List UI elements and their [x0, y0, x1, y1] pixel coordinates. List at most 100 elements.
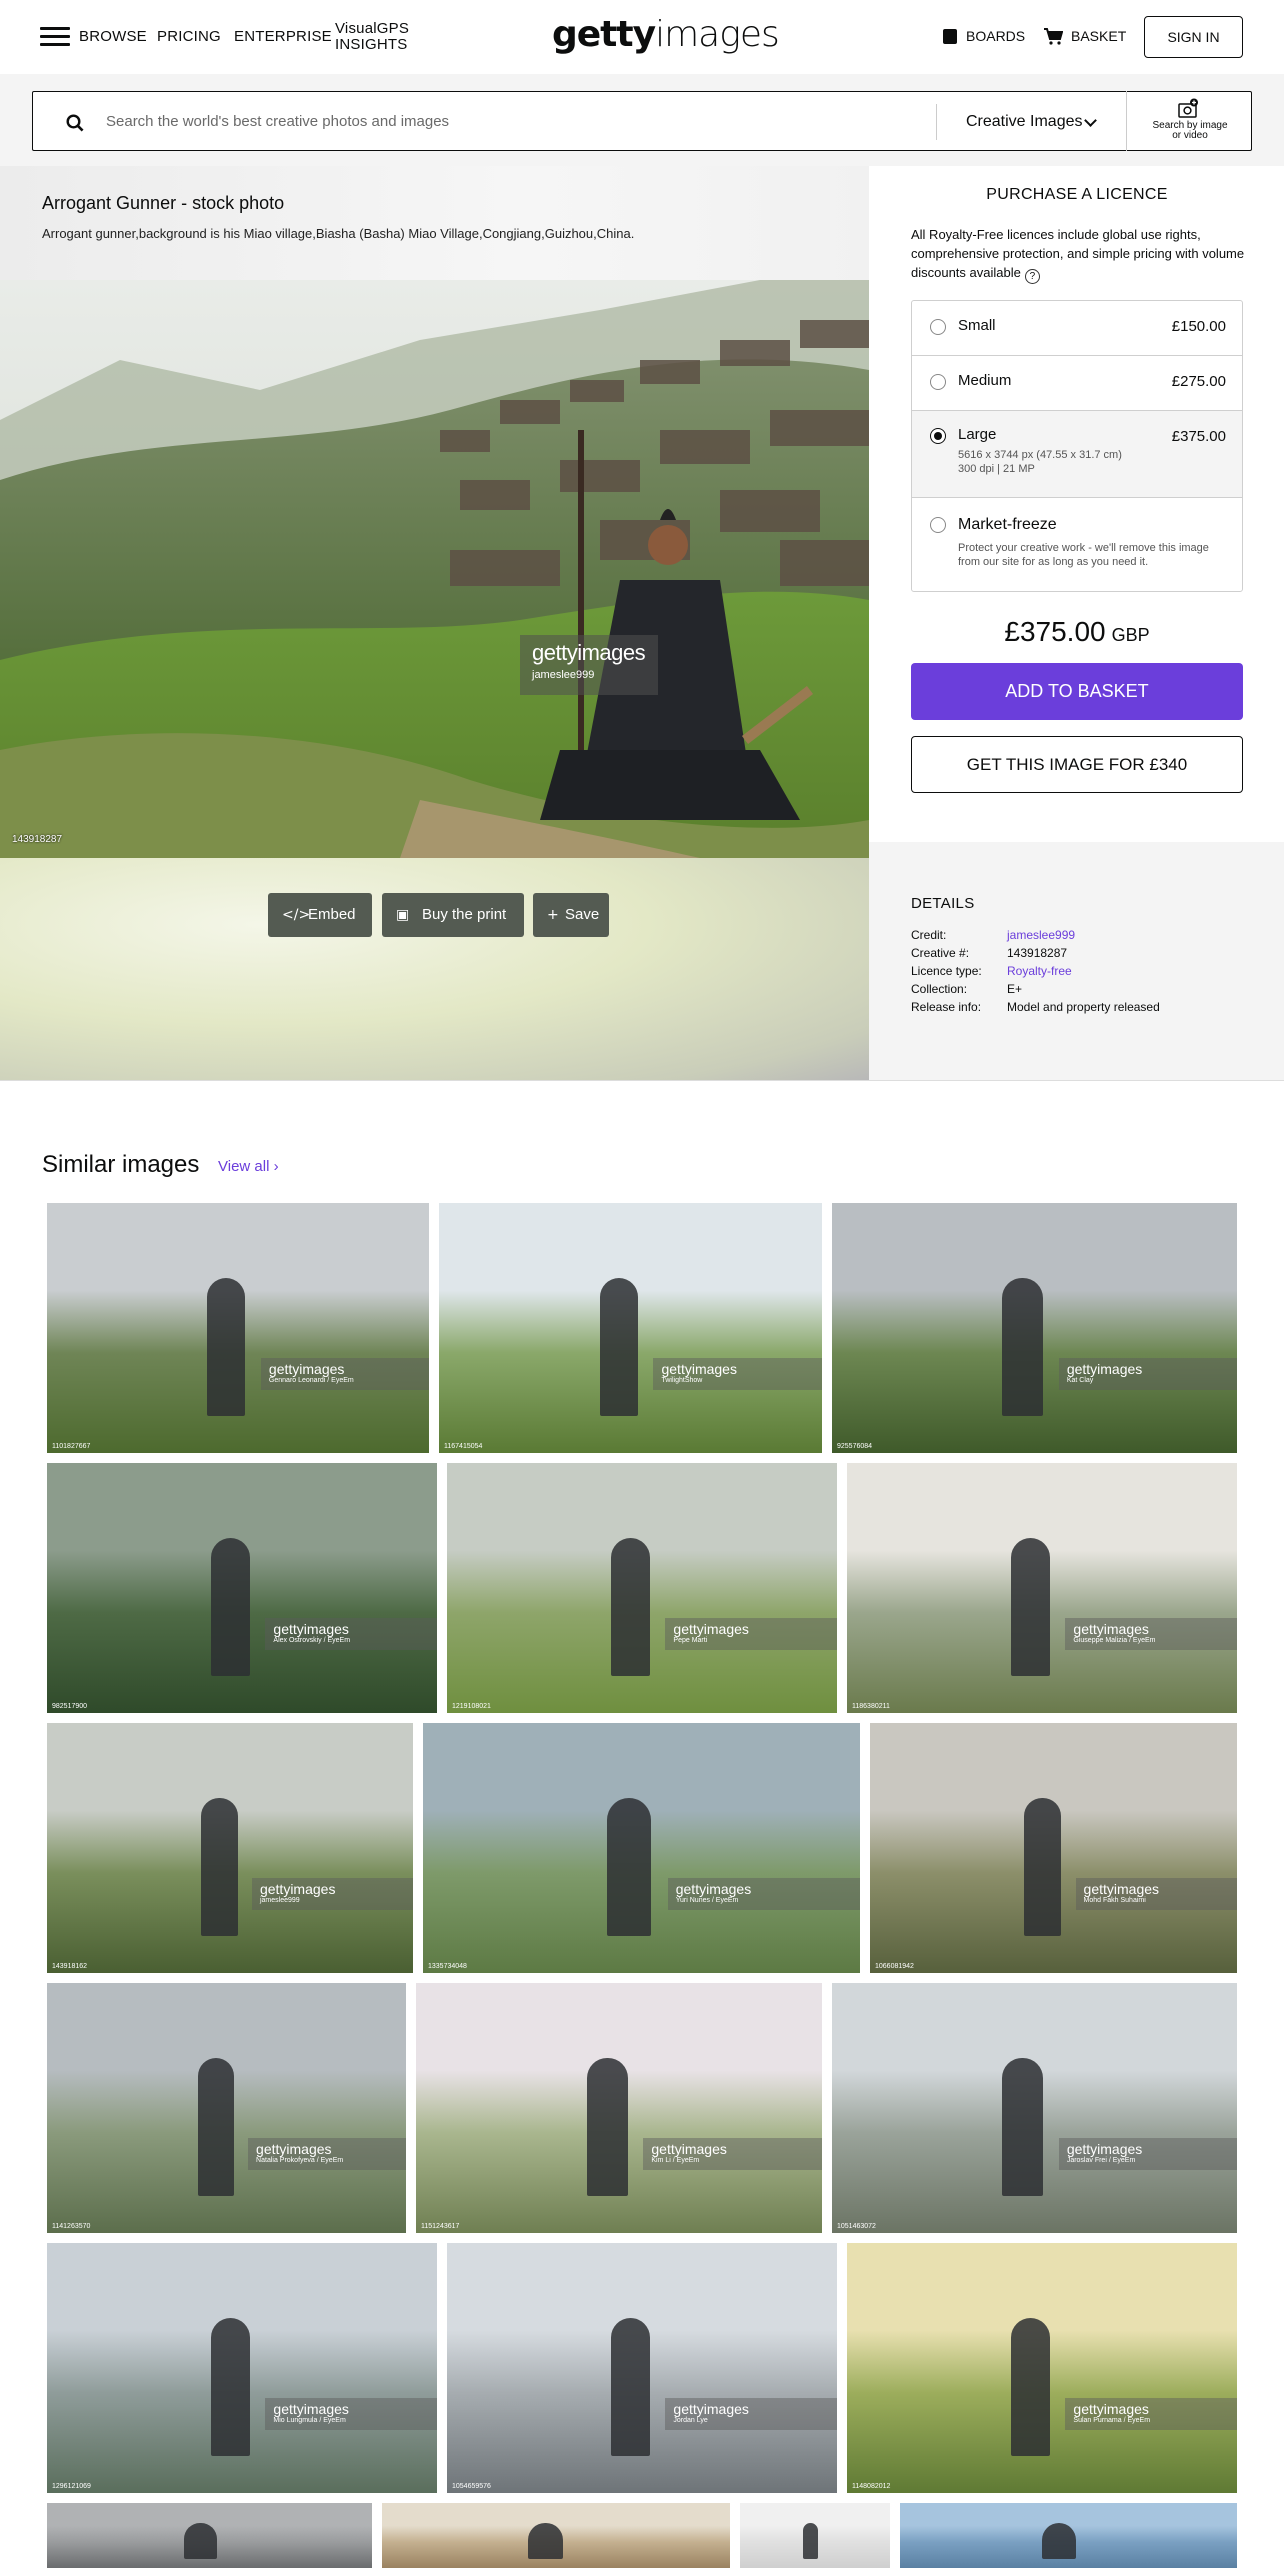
- boards-link[interactable]: BOARDS: [966, 28, 1025, 44]
- similar-image-tile[interactable]: [740, 2503, 890, 2568]
- detail-label-licence: Licence type:: [911, 964, 982, 978]
- similar-image-tile[interactable]: gettyimages Alex Ostrovskiy / EyeEm 982517…: [47, 1463, 437, 1713]
- photo-title: Arrogant Gunner - stock photo: [42, 193, 285, 213]
- similar-image-tile[interactable]: gettyimages Mio Lungmula / EyeEm 129612106…: [47, 2243, 437, 2493]
- similar-image-watermark: gettyimages Kim Li / EyeEm: [643, 2138, 822, 2170]
- similar-image-id: 925576084: [837, 1443, 873, 1450]
- similar-image-tile[interactable]: gettyimages Mohd Fakh Suhaimi 1066081942: [870, 1723, 1237, 1973]
- detail-collection: E+: [1007, 982, 1023, 996]
- similar-image-watermark: gettyimages Alex Ostrovskiy / EyeEm: [265, 1618, 437, 1650]
- basket-link[interactable]: BASKET: [1071, 28, 1126, 44]
- get-image-button[interactable]: GET THIS IMAGE FOR £340: [911, 736, 1243, 793]
- search-divider: [936, 104, 937, 140]
- similar-image-subject: [1002, 2058, 1043, 2196]
- similar-image-tile[interactable]: gettyimages Kim Li / EyeEm 1151243617: [416, 1983, 822, 2233]
- nav-enterprise[interactable]: ENTERPRISE: [234, 28, 332, 45]
- logo-light: images: [655, 14, 780, 55]
- detail-credit-link[interactable]: jameslee999: [1007, 928, 1075, 942]
- option-medium[interactable]: Medium £275.00: [912, 356, 1242, 411]
- similar-credit: Sulan Purnama / EyeEm: [1073, 2417, 1151, 2424]
- similar-credit: Mio Lungmula / EyeEm: [273, 2417, 346, 2424]
- search-input[interactable]: [106, 103, 926, 139]
- similar-image-subject: [1024, 1798, 1061, 1936]
- option-small[interactable]: Small £150.00: [912, 301, 1242, 356]
- similar-credit: jameslee999: [259, 1897, 300, 1904]
- similar-image-id: 1335734048: [428, 1963, 467, 1970]
- similar-image-tile[interactable]: gettyimages TwilightShow 1167415054: [439, 1203, 822, 1453]
- search-by-image-button[interactable]: Search by image or video: [1146, 121, 1234, 141]
- sign-in-button[interactable]: SIGN IN: [1144, 16, 1243, 58]
- similar-image-watermark: gettyimages Sulan Purnama / EyeEm: [1065, 2398, 1237, 2430]
- purchase-heading: PURCHASE A LICENCE: [986, 186, 1168, 203]
- search-icon[interactable]: [66, 114, 84, 132]
- similar-image-tile[interactable]: gettyimages Sulan Purnama / EyeEm 11480820…: [847, 2243, 1237, 2493]
- radio-medium[interactable]: [930, 374, 946, 390]
- nav-pricing[interactable]: PRICING: [157, 28, 221, 45]
- option-medium-price: £275.00: [1171, 373, 1226, 390]
- similar-image-watermark: gettyimages Gennaro Leonardi / EyeEm: [260, 1358, 429, 1390]
- add-to-basket-button[interactable]: ADD TO BASKET: [911, 663, 1243, 720]
- option-large-name: Large: [958, 426, 997, 443]
- similar-watermark-logo: gettyimages: [1083, 1881, 1160, 1897]
- similar-image-id: 143918162: [52, 1963, 88, 1970]
- similar-image-watermark: gettyimages Kat Clay: [1058, 1358, 1237, 1390]
- option-market-freeze[interactable]: Market-freeze Protect your creative work…: [912, 498, 1242, 591]
- similar-image-tile[interactable]: gettyimages Natalia Prokofyeva / EyeEm 114…: [47, 1983, 406, 2233]
- detail-licence-link[interactable]: Royalty-free: [1007, 964, 1072, 978]
- similar-image-tile[interactable]: gettyimages Jordan Lye 1054659576: [447, 2243, 837, 2493]
- option-large[interactable]: Large £375.00 5616 x 3744 px (47.55 x 31…: [912, 411, 1242, 498]
- similar-image-id: 982517900: [52, 1703, 88, 1710]
- similar-image-watermark: gettyimages Natalia Prokofyeva / EyeEm: [248, 2138, 406, 2170]
- basket-icon[interactable]: [1043, 27, 1063, 45]
- similar-watermark-logo: gettyimages: [256, 2141, 332, 2157]
- save-button[interactable]: + Save: [533, 893, 609, 937]
- similar-image-watermark: gettyimages Mio Lungmula / EyeEm: [265, 2398, 437, 2430]
- similar-credit: Jaroslav Frei / EyeEm: [1066, 2157, 1136, 2164]
- detail-label-credit: Credit:: [911, 928, 947, 942]
- menu-icon[interactable]: [40, 27, 70, 47]
- radio-market-freeze[interactable]: [930, 517, 946, 533]
- similar-watermark-logo: gettyimages: [673, 1621, 749, 1637]
- view-all-link[interactable]: View all ›: [218, 1158, 279, 1175]
- similar-image-id: 1066081942: [875, 1963, 914, 1970]
- similar-credit: Kat Clay: [1066, 1377, 1094, 1384]
- similar-image-tile[interactable]: [47, 2503, 372, 2568]
- similar-credit: Natalia Prokofyeva / EyeEm: [256, 2157, 344, 2164]
- image-id: 143918287: [12, 834, 63, 845]
- similar-image-tile[interactable]: gettyimages Yuri Nunes / EyeEm 1335734048: [423, 1723, 860, 1973]
- similar-image-tile[interactable]: gettyimages Gennaro Leonardi / EyeEm 11018…: [47, 1203, 429, 1453]
- similar-image-subject: [607, 1798, 651, 1936]
- gettyimages-logo[interactable]: gettyimages: [552, 14, 780, 55]
- help-icon[interactable]: ?: [1024, 269, 1040, 284]
- similar-image-subject: [211, 1538, 250, 1676]
- camera-search-icon[interactable]: [1178, 98, 1198, 120]
- buy-print-button[interactable]: ▣ Buy the print: [382, 893, 524, 937]
- search-divider-2: [1126, 91, 1127, 151]
- similar-image-tile[interactable]: gettyimages jameslee999 143918162: [47, 1723, 413, 1973]
- similar-image-subject: [198, 2058, 234, 2196]
- embed-button[interactable]: </> Embed: [268, 893, 372, 937]
- category-select[interactable]: Creative Images: [966, 113, 1083, 131]
- radio-small[interactable]: [930, 319, 946, 335]
- boards-icon[interactable]: [943, 29, 957, 44]
- similar-image-tile[interactable]: [382, 2503, 730, 2568]
- main-photo[interactable]: [0, 280, 869, 858]
- similar-image-tile[interactable]: [900, 2503, 1237, 2568]
- total-amount: £375.00: [1004, 616, 1106, 647]
- similar-image-tile[interactable]: gettyimages Jaroslav Frei / EyeEm 10514630…: [832, 1983, 1237, 2233]
- similar-image-subject: [1002, 1278, 1043, 1416]
- similar-credit: Alex Ostrovskiy / EyeEm: [273, 1637, 351, 1644]
- similar-watermark-logo: gettyimages: [273, 1621, 349, 1637]
- similar-image-tile[interactable]: gettyimages Pepe Marti 1219108021: [447, 1463, 837, 1713]
- similar-image-subject: [211, 2318, 250, 2456]
- detail-label-creative: Creative #:: [911, 946, 970, 960]
- similar-image-tile[interactable]: gettyimages Kat Clay 925576084: [832, 1203, 1237, 1453]
- radio-large[interactable]: [930, 428, 946, 444]
- nav-visualgps[interactable]: VisualGPS INSIGHTS: [335, 21, 409, 53]
- details-panel: [869, 842, 1284, 1080]
- nav-browse[interactable]: BROWSE: [79, 28, 147, 45]
- similar-image-tile[interactable]: gettyimages Giuseppe Malizia / EyeEm 11863…: [847, 1463, 1237, 1713]
- similar-watermark-logo: gettyimages: [661, 1361, 737, 1377]
- photo-header: [0, 166, 869, 280]
- section-divider: [0, 1080, 1284, 1081]
